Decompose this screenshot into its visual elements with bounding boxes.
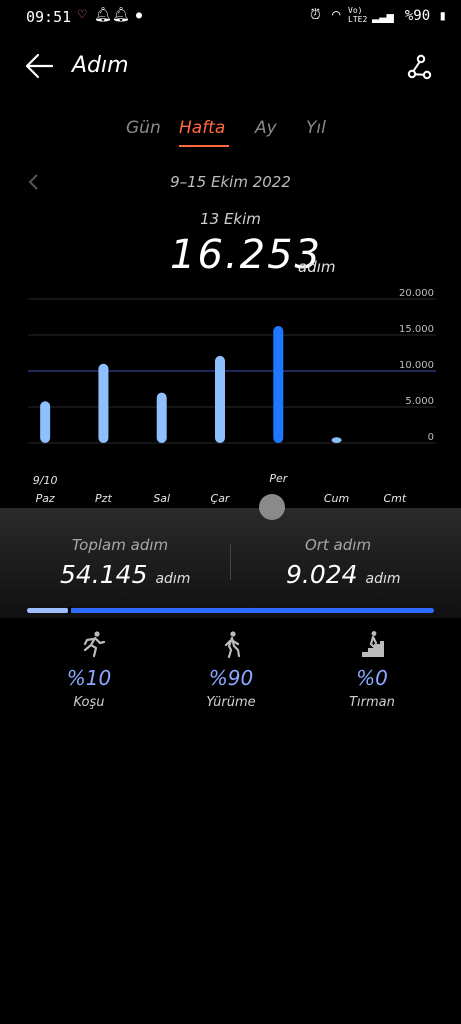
status-time: 09:51	[26, 8, 72, 26]
tab-day[interactable]: Gün	[126, 118, 161, 138]
status-bar: 09:51 ♡ 🔔︎ 🔔︎ ● ⏰︎ ◠ Vo) LTE2 ▂▃▅ %90 ▮	[0, 0, 461, 34]
weekly-steps-chart[interactable]: 20.000 15.000 10.000 5.000 0 Paz 9/10 Pzt Sal Çar…	[0, 286, 461, 516]
chart-svg: 20.000 15.000 10.000 5.000 0 Paz 9/10 Pzt Sal Çar…	[28, 288, 436, 505]
chart-bar	[40, 401, 51, 443]
heart-icon: ♡	[78, 7, 87, 23]
total-steps-label: Toplam adım	[71, 536, 169, 554]
share-icon	[407, 54, 432, 80]
average-steps-value: 9.024 adım	[286, 560, 401, 589]
share-button[interactable]	[404, 52, 434, 82]
chart-scrub-handle[interactable]	[259, 494, 285, 520]
network-label: Vo) LTE2	[348, 6, 368, 24]
x-tick-label: Per	[269, 472, 288, 485]
activity-split-running	[27, 608, 68, 613]
x-tick-label: Pzt	[95, 492, 112, 505]
bell-icon: 🔔︎	[94, 7, 112, 23]
y-tick-label: 20.000	[399, 288, 434, 299]
average-steps-unit: adım	[365, 571, 401, 587]
page-title: Adım	[72, 53, 129, 78]
y-tick-label: 5.000	[405, 396, 434, 407]
tab-week[interactable]: Hafta	[179, 118, 225, 138]
tab-month[interactable]: Ay	[255, 118, 277, 138]
battery-indicator: %90 ▮	[404, 8, 447, 24]
y-tick-label: 15.000	[399, 324, 434, 335]
total-steps-number: 54.145	[60, 560, 148, 589]
back-button[interactable]	[24, 52, 54, 80]
dot-icon: ●	[136, 10, 143, 21]
chart-bar	[156, 392, 167, 443]
activity-split-bar	[27, 608, 434, 613]
total-steps-unit: adım	[155, 571, 191, 587]
chart-bar-selected	[273, 325, 284, 443]
running-percent: %10	[66, 666, 112, 690]
x-tick-label: Cmt	[383, 492, 406, 505]
walking-label: Yürüme	[206, 695, 256, 710]
walking-icon	[219, 630, 245, 659]
climbing-label: Tırman	[349, 695, 395, 710]
running-icon	[80, 630, 106, 658]
x-tick-label: Çar	[211, 492, 231, 505]
y-tick-label: 10.000	[399, 360, 434, 371]
average-steps-number: 9.024	[286, 560, 358, 589]
y-tick-label: 0	[428, 432, 434, 443]
x-tick-label: Paz	[36, 492, 55, 505]
wifi-icon: ◠	[332, 7, 341, 23]
selected-date: 13 Ekim	[200, 210, 261, 228]
total-steps-value: 54.145 adım	[60, 560, 190, 589]
activity-split-gap	[67, 607, 71, 614]
active-tab-indicator	[179, 145, 229, 147]
summary-divider	[230, 544, 231, 580]
average-steps-label: Ort adım	[304, 536, 372, 554]
chart-bar	[215, 355, 225, 443]
walking-percent: %90	[208, 666, 254, 690]
x-tick-label: Sal	[153, 492, 170, 505]
chart-bar	[98, 363, 109, 443]
arrow-left-icon	[25, 53, 54, 79]
x-tick-label: Cum	[324, 492, 349, 505]
chart-bar	[331, 437, 342, 443]
tab-year[interactable]: Yıl	[306, 118, 326, 138]
stairs-icon	[360, 630, 386, 658]
running-label: Koşu	[73, 695, 105, 710]
x-date-label: 9/10	[33, 474, 58, 487]
signal-icon: ▂▃▅	[372, 9, 394, 23]
climbing-percent: %0	[356, 666, 388, 690]
alarm-icon: ⏰︎	[310, 7, 321, 23]
date-range: 9–15 Ekim 2022	[170, 173, 291, 191]
bell-icon: 🔔︎	[112, 7, 130, 23]
selected-steps-unit: adım	[298, 258, 336, 276]
